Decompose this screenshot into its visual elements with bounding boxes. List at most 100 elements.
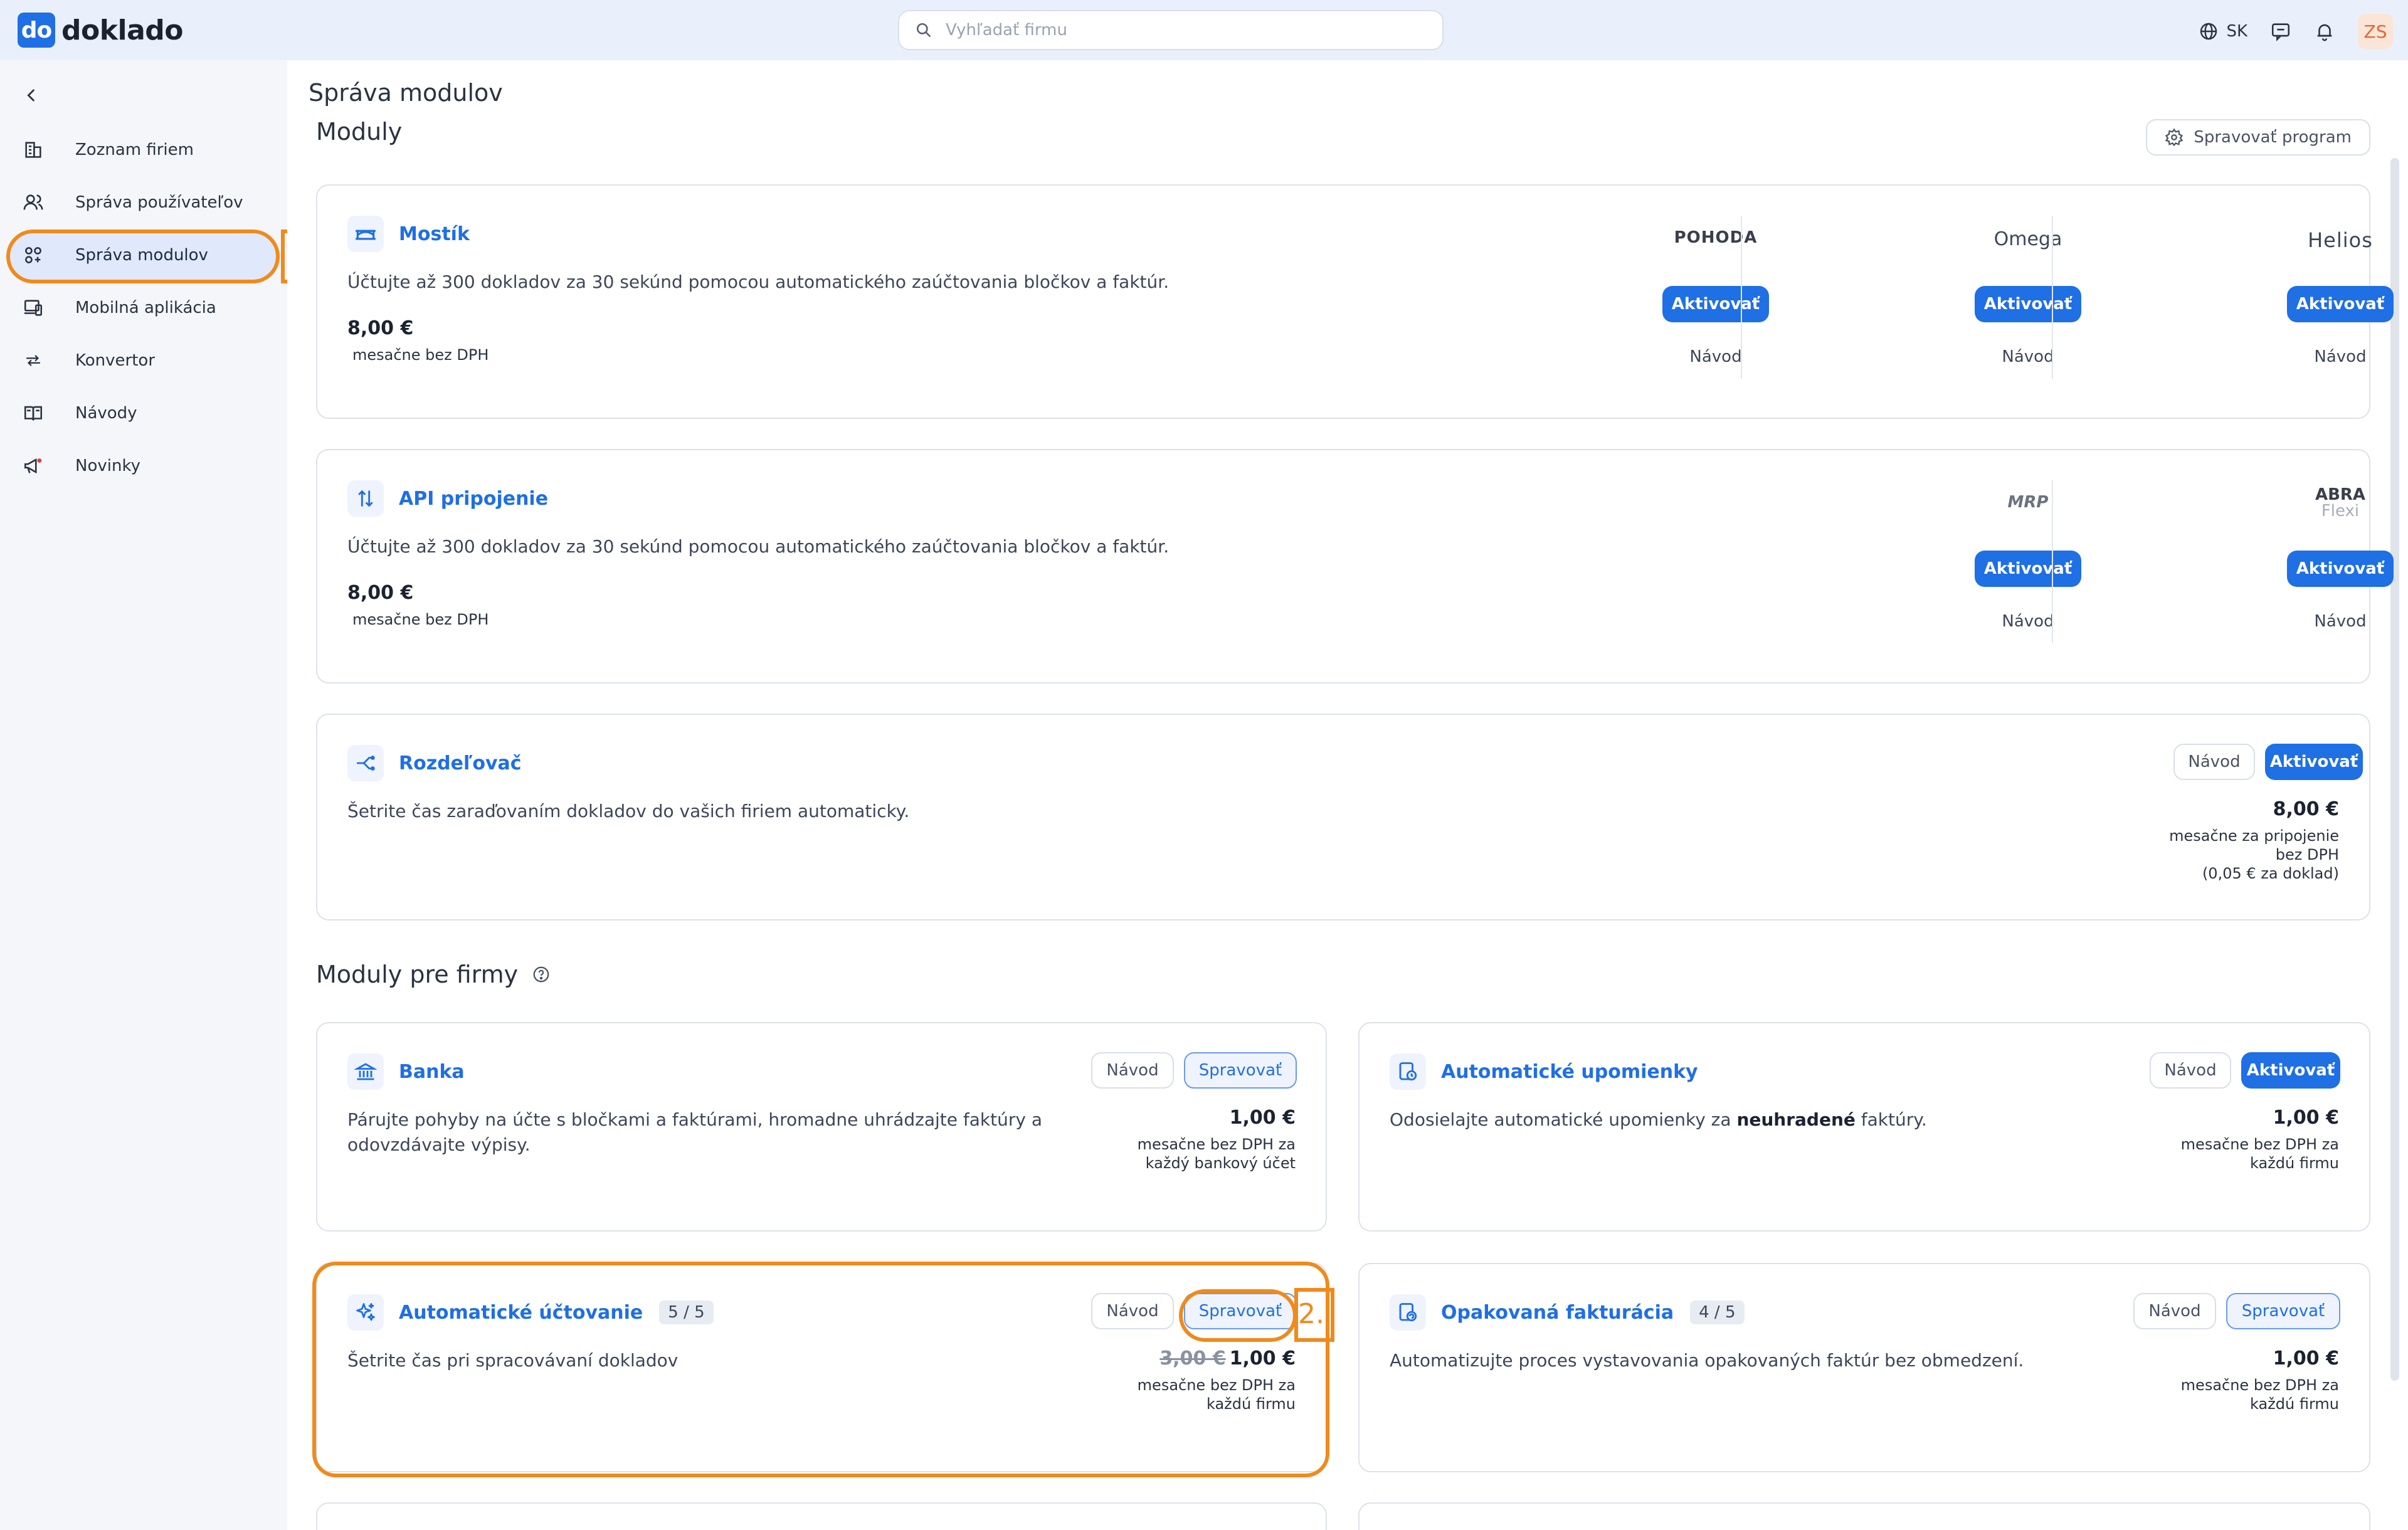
pohoda-logo: POHODA bbox=[1674, 228, 1758, 247]
language-switcher[interactable]: SK bbox=[2199, 21, 2247, 41]
integration-pohoda: POHODA Aktivovať Návod bbox=[1560, 216, 1871, 379]
module-description: Párujte pohyby na účte s bločkami a fakt… bbox=[347, 1109, 1043, 1155]
sidebar-item-label: Novinky bbox=[75, 456, 140, 475]
chat-icon[interactable] bbox=[2270, 21, 2291, 42]
activate-button[interactable]: Aktivovať bbox=[2287, 286, 2394, 322]
activate-button[interactable]: Aktivovať bbox=[1975, 286, 2081, 322]
module-card-banka: Banka Párujte pohyby na účte s bločkami … bbox=[316, 1022, 1327, 1232]
sidebar-item-companies[interactable]: Zoznam firiem bbox=[8, 125, 277, 174]
guide-link[interactable]: Návod bbox=[1560, 347, 1871, 366]
activate-button[interactable]: Aktivovať bbox=[2287, 551, 2394, 587]
sidebar-item-converter[interactable]: Konvertor bbox=[8, 336, 277, 385]
reminder-icon bbox=[1390, 1053, 1426, 1090]
guide-button[interactable]: Návod bbox=[1091, 1293, 1174, 1329]
search-input[interactable] bbox=[946, 21, 1422, 40]
manage-program-label: Spravovať program bbox=[2194, 128, 2352, 147]
module-card-rozdelovac: Rozdeľovač Šetrite čas zaraďovaním dokla… bbox=[316, 714, 2370, 921]
module-title[interactable]: Automatické upomienky bbox=[1441, 1061, 1698, 1083]
module-title[interactable]: API pripojenie bbox=[399, 488, 548, 510]
guide-button[interactable]: Návod bbox=[2173, 744, 2255, 780]
user-avatar[interactable]: ZS bbox=[2358, 14, 2393, 49]
module-title[interactable]: Mostík bbox=[399, 223, 470, 245]
globe-icon bbox=[2199, 21, 2219, 41]
guide-link[interactable]: Návod bbox=[1872, 347, 2184, 366]
module-price: 8,00 € bbox=[347, 317, 414, 339]
module-card-partial bbox=[1358, 1502, 2370, 1530]
usage-counter-badge: 5 / 5 bbox=[659, 1300, 714, 1324]
module-price-note: mesačne bez DPH bbox=[352, 611, 489, 628]
sidebar-item-label: Zoznam firiem bbox=[75, 140, 194, 159]
abra-flexi-logo: ABRA Flexi bbox=[2315, 485, 2366, 520]
integration-omega: Omega Aktivovať Návod bbox=[1872, 216, 2184, 379]
search-box[interactable] bbox=[898, 10, 1444, 50]
sidebar-item-guides[interactable]: Návody bbox=[8, 389, 277, 438]
divider bbox=[1741, 216, 1742, 379]
users-icon bbox=[20, 189, 46, 216]
swap-arrows-icon bbox=[20, 347, 46, 374]
sidebar-item-modules[interactable]: Správa modulov bbox=[8, 231, 277, 280]
main-content: Správa modulov Moduly Spravovať program … bbox=[287, 60, 2408, 1530]
guide-link[interactable]: Návod bbox=[2185, 347, 2408, 366]
guide-button[interactable]: Návod bbox=[2133, 1293, 2216, 1329]
divider bbox=[2052, 216, 2053, 379]
module-description: Automatizujte proces vystavovania opakov… bbox=[1390, 1350, 2024, 1371]
manage-program-button[interactable]: Spravovať program bbox=[2146, 119, 2370, 156]
price-note: bez DPH bbox=[2275, 846, 2339, 863]
price-note: (0,05 € za doklad) bbox=[2202, 865, 2339, 882]
integration-mrp: MRP Aktivovať Návod bbox=[1872, 480, 2184, 643]
bridge-icon bbox=[347, 216, 384, 252]
module-title[interactable]: Banka bbox=[399, 1061, 465, 1083]
price-note: mesačne bez DPH za bbox=[2180, 1376, 2339, 1394]
sidebar-item-mobile-app[interactable]: Mobilná aplikácia bbox=[8, 283, 277, 332]
module-card-partial bbox=[316, 1502, 1327, 1530]
guide-link[interactable]: Návod bbox=[1872, 612, 2184, 631]
module-card-mostik: Mostík Účtujte až 300 dokladov za 30 sek… bbox=[316, 184, 2394, 419]
logo[interactable]: do doklado bbox=[18, 13, 183, 48]
module-price: 8,00 € bbox=[2273, 798, 2339, 820]
activate-button[interactable]: Aktivovať bbox=[2241, 1052, 2340, 1089]
language-label: SK bbox=[2226, 22, 2247, 41]
sidebar-item-users[interactable]: Správa používateľov bbox=[8, 178, 277, 227]
section-title-text: Moduly bbox=[316, 118, 403, 145]
price-note: mesačne bez DPH za bbox=[1137, 1136, 1296, 1153]
manage-button[interactable]: Spravovať bbox=[2226, 1293, 2340, 1329]
sidebar-item-label: Mobilná aplikácia bbox=[75, 298, 216, 317]
mrp-logo: MRP bbox=[2007, 493, 2049, 512]
module-card-upomienky: Automatické upomienky Odosielajte automa… bbox=[1358, 1022, 2370, 1232]
sparkles-icon bbox=[347, 1294, 384, 1331]
activate-button[interactable]: Aktivovať bbox=[1662, 286, 1769, 322]
module-title[interactable]: Rozdeľovač bbox=[399, 752, 522, 774]
module-description: Účtujte až 300 dokladov za 30 sekúnd pom… bbox=[347, 272, 1170, 292]
modules-icon bbox=[20, 242, 46, 268]
module-title[interactable]: Automatické účtovanie bbox=[399, 1302, 643, 1324]
recurring-invoice-icon bbox=[1390, 1294, 1426, 1331]
manage-button[interactable]: Spravovať bbox=[1184, 1293, 1297, 1329]
module-description: Účtujte až 300 dokladov za 30 sekúnd pom… bbox=[347, 536, 1170, 557]
guide-button[interactable]: Návod bbox=[2150, 1052, 2231, 1089]
sidebar-item-news[interactable]: Novinky bbox=[8, 441, 277, 490]
activate-button[interactable]: Aktivovať bbox=[2265, 744, 2363, 780]
gear-icon bbox=[2165, 128, 2184, 147]
module-price-note: mesačne bez DPH bbox=[352, 346, 489, 364]
divider bbox=[2052, 480, 2053, 643]
guide-link[interactable]: Návod bbox=[2185, 612, 2408, 631]
collapse-back-icon[interactable] bbox=[23, 87, 40, 104]
modules-section-title: Moduly bbox=[316, 118, 402, 145]
module-description: Odosielajte automatické upomienky za neu… bbox=[1390, 1109, 1927, 1130]
module-title[interactable]: Opakovaná fakturácia bbox=[1441, 1302, 1674, 1324]
price-note: každú firmu bbox=[1206, 1395, 1296, 1413]
activate-button[interactable]: Aktivovať bbox=[1975, 551, 2081, 587]
bell-icon[interactable] bbox=[2314, 21, 2335, 42]
sidebar-item-label: Správa používateľov bbox=[75, 193, 243, 212]
module-price-block: 1,00 € mesačne bez DPH za každý bankový … bbox=[1138, 1109, 1296, 1173]
book-icon bbox=[20, 400, 46, 426]
price-note: mesačne bez DPH za bbox=[1137, 1376, 1296, 1394]
guide-button[interactable]: Návod bbox=[1091, 1052, 1174, 1089]
module-price-block: 1,00 € mesačne bez DPH za každú firmu bbox=[2181, 1349, 2339, 1413]
sidebar-item-label: Správa modulov bbox=[75, 246, 208, 265]
help-icon[interactable] bbox=[532, 965, 551, 984]
module-description: Šetrite čas zaraďovaním dokladov do vaši… bbox=[347, 801, 910, 821]
split-icon bbox=[347, 745, 384, 781]
usage-counter-badge: 4 / 5 bbox=[1690, 1300, 1745, 1324]
manage-button[interactable]: Spravovať bbox=[1184, 1052, 1297, 1089]
